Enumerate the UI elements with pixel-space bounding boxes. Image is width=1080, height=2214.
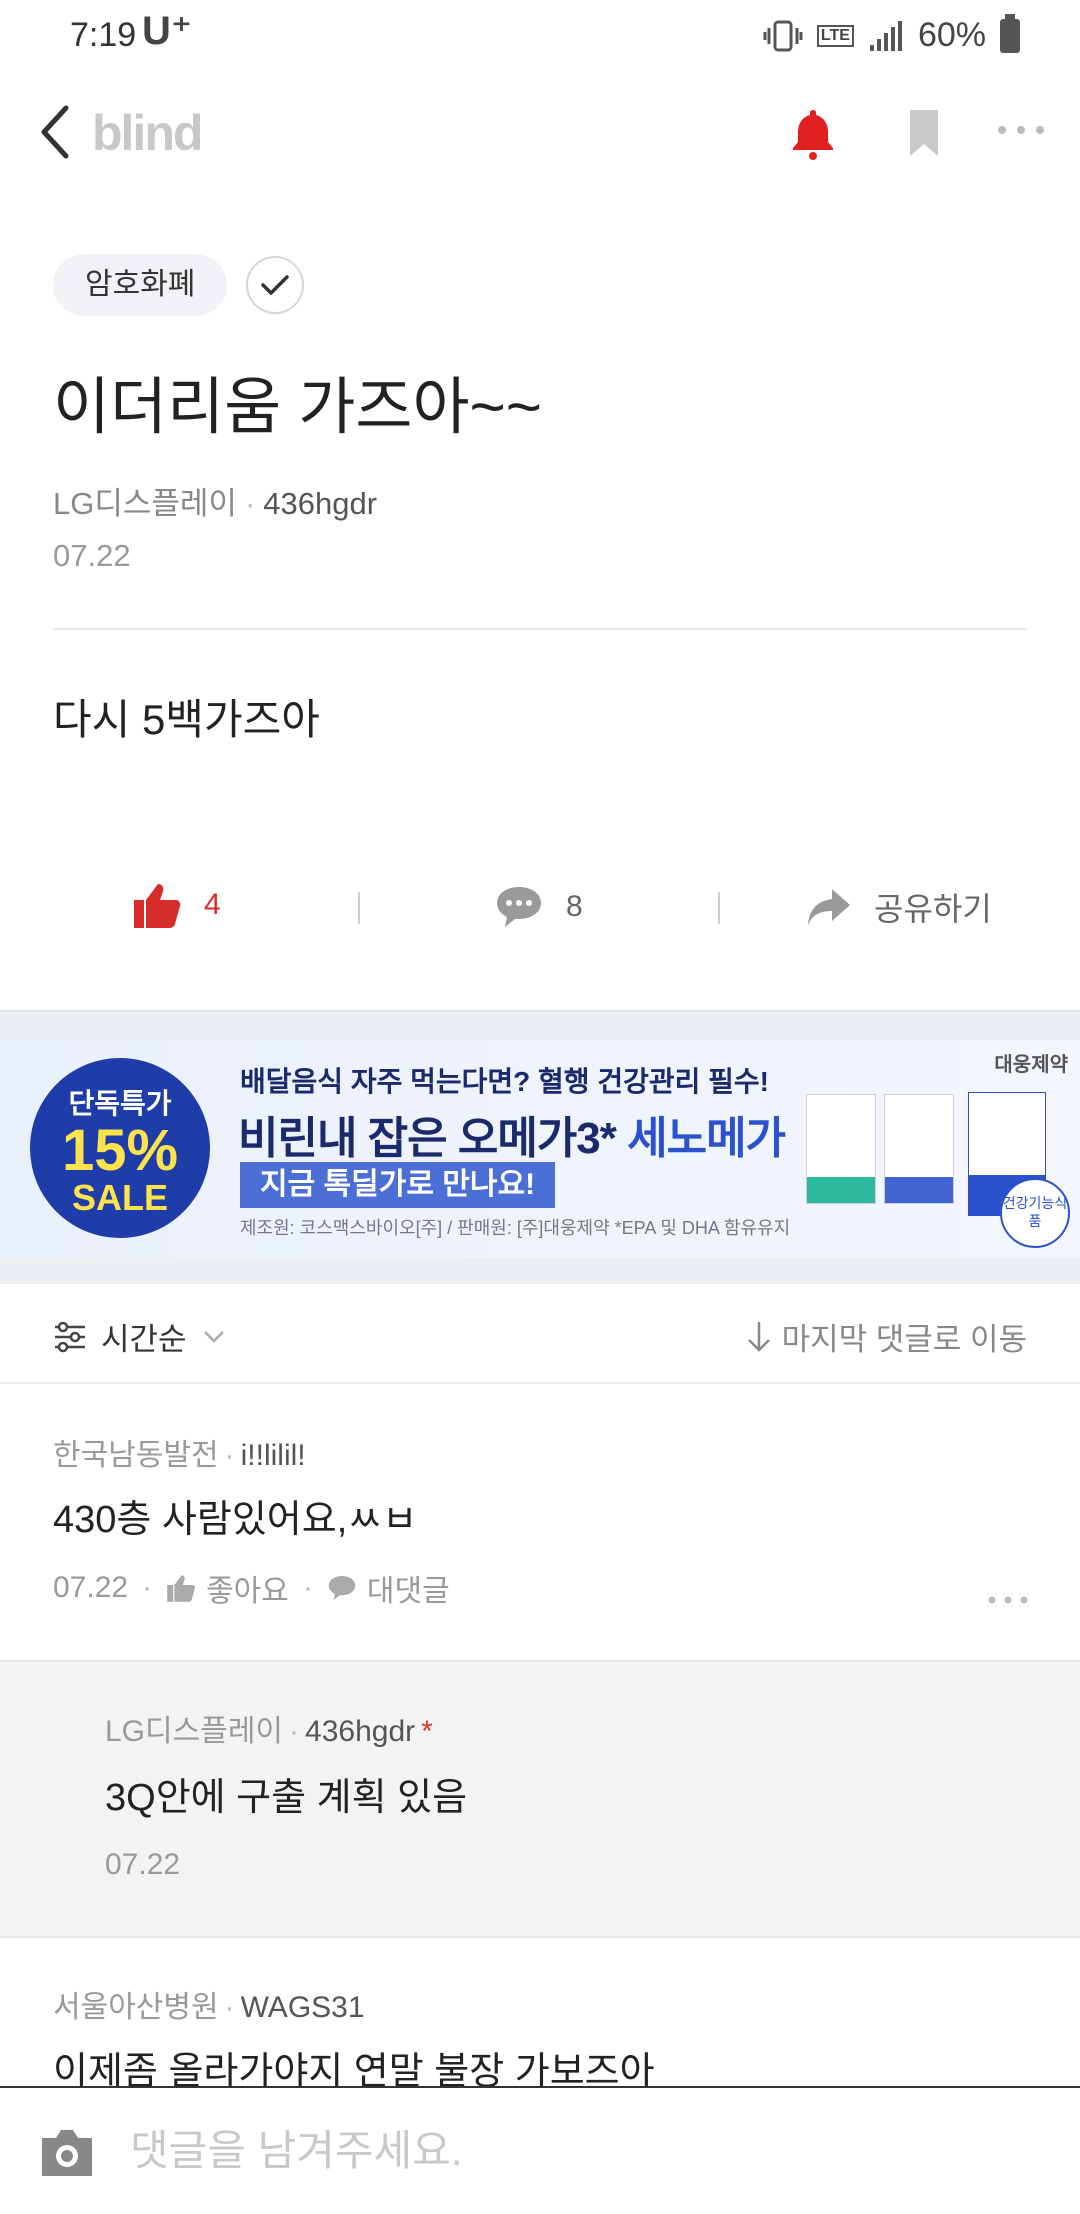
brand-logo: blind (92, 105, 203, 161)
battery-icon (1000, 13, 1020, 53)
reply-footer: 07.22 (105, 1848, 180, 1882)
reply-label: 대댓글 (366, 1575, 450, 1608)
ad-sale-badge: 단독특가 15% SALE (30, 1058, 210, 1238)
bookmark-icon[interactable] (906, 108, 942, 158)
status-carrier: U⁺ (142, 9, 192, 53)
status-bar: 7:19 U⁺ LTE 60% (0, 0, 1080, 74)
ad-badge-line3: SALE (71, 1177, 168, 1218)
comment-item: 한국남동발전 · i!!lilil! 430층 사람있어요,ㅆㅂ 07.22 · 좋… (0, 1384, 1080, 1660)
share-label: 공유하기 (874, 891, 992, 927)
ad-cta[interactable]: 지금 톡딜가로 만나요! (240, 1162, 556, 1208)
share-button[interactable]: 공유하기 (806, 884, 992, 930)
post-date: 07.22 (53, 538, 131, 573)
signal-icon (869, 20, 902, 51)
divider (53, 628, 1027, 630)
health-food-badge: 건강기능식품 (1000, 1178, 1070, 1248)
ad-banner[interactable]: 단독특가 15% SALE 배달음식 자주 먹는다면? 혈행 건강관리 필수! … (0, 1040, 1080, 1258)
ad-headline2-main: 비린내 잡은 오메가3* (238, 1114, 628, 1163)
chevron-down-icon (203, 1330, 224, 1343)
camera-icon[interactable] (38, 2126, 96, 2178)
sort-dropdown[interactable]: 시간순 (53, 1314, 227, 1359)
product-image (884, 1094, 954, 1204)
comment-company[interactable]: 한국남동발전 (53, 1439, 219, 1472)
share-arrow-icon (808, 889, 850, 925)
app-bar: blind (0, 90, 1080, 180)
back-arrow-icon[interactable] (36, 102, 76, 162)
ad-badge-line2: 15% (61, 1118, 179, 1183)
more-icon[interactable] (986, 1592, 1030, 1608)
ad-headline2: 비린내 잡은 오메가3* 세노메가 (238, 1102, 786, 1166)
comment-text: 이제좀 올라가야지 연말 불장 가보즈아 (53, 2051, 655, 2086)
author-company[interactable]: LG디스플레이 (53, 486, 237, 521)
post-author: LG디스플레이 · 436hgdr (53, 486, 378, 521)
ad-headline2-accent: 세노메가 (627, 1114, 786, 1163)
section-separator (0, 1010, 1080, 1040)
product-image (806, 1094, 876, 1204)
ad-brand: 대웅제약 (994, 1054, 1068, 1076)
network-type: LTE (816, 24, 854, 47)
comment-like-button[interactable]: 좋아요 (166, 1566, 289, 1610)
thumbs-up-icon (134, 884, 181, 928)
reply-button[interactable]: 대댓글 (327, 1566, 450, 1610)
more-icon[interactable] (996, 120, 1046, 140)
comment-count: 8 (566, 890, 583, 923)
battery-percent: 60% (917, 16, 986, 54)
reply-company[interactable]: LG디스플레이 (105, 1715, 283, 1748)
comment-input[interactable] (130, 2118, 1030, 2184)
comment-input-bar (0, 2086, 1080, 2214)
section-separator (0, 1258, 1080, 1284)
comment-like-label: 좋아요 (206, 1575, 289, 1608)
reply-item: LG디스플레이 · 436hgdr * 3Q안에 구출 계획 있음 07.22 (0, 1660, 1080, 1938)
comment-button[interactable]: 8 (494, 884, 583, 930)
ad-fine-print: 제조원: 코스맥스바이오[주] / 판매원: [주]대웅제약 *EPA 및 DH… (240, 1218, 791, 1238)
comment-author: 한국남동발전 · i!!lilil! (53, 1439, 306, 1472)
author-nickname: 436hgdr (263, 486, 378, 521)
status-indicators: LTE 60% (763, 13, 1020, 55)
comment-nickname: i!!lilil! (240, 1439, 306, 1472)
filter-sliders-icon (55, 1321, 85, 1352)
vibrate-icon (763, 20, 803, 51)
comment-text: 430층 사람있어요,ㅆㅂ (53, 1499, 418, 1541)
sort-label: 시간순 (101, 1322, 187, 1357)
arrow-down-icon (747, 1321, 770, 1352)
follow-topic-button[interactable] (246, 256, 304, 314)
topic-chip[interactable]: 암호화폐 (53, 254, 228, 316)
like-button[interactable]: 4 (132, 880, 221, 930)
comment-bubble-icon (497, 887, 541, 927)
sort-bar: 시간순 마지막 댓글로 이동 (0, 1284, 1080, 1384)
divider (358, 892, 360, 924)
like-count: 4 (204, 888, 221, 921)
status-time: 7:19 (70, 16, 137, 54)
author-marker: * (421, 1715, 433, 1748)
reply-author: LG디스플레이 · 436hgdr * (105, 1715, 433, 1748)
thumbs-up-icon (167, 1575, 196, 1602)
ad-badge-line1: 단독특가 (68, 1088, 172, 1119)
check-icon (261, 275, 289, 295)
reply-bubble-icon (328, 1576, 356, 1600)
bell-icon[interactable] (786, 106, 840, 160)
post-title: 이더리움 가즈아~~ (53, 373, 542, 442)
reply-text: 3Q안에 구출 계획 있음 (105, 1777, 468, 1819)
post-body: 다시 5백가즈아 (53, 696, 320, 743)
comment-item: 서울아산병원 · WAGS31 이제좀 올라가야지 연말 불장 가보즈아 (0, 1940, 1080, 2086)
comment-footer: 07.22 · 좋아요 · 대댓글 (53, 1566, 450, 1610)
reply-nickname: 436hgdr (305, 1715, 416, 1748)
reply-date: 07.22 (105, 1848, 181, 1881)
jump-label: 마지막 댓글로 이동 (781, 1322, 1027, 1357)
ad-headline1: 배달음식 자주 먹는다면? 혈행 건강관리 필수! (240, 1066, 770, 1097)
post-actions: 4 8 공유하기 (0, 874, 1080, 944)
jump-to-last-comment[interactable]: 마지막 댓글로 이동 (746, 1314, 1027, 1359)
comment-company[interactable]: 서울아산병원 (53, 1991, 219, 2024)
comment-author: 서울아산병원 · WAGS31 (53, 1991, 365, 2024)
comment-date: 07.22 (53, 1571, 129, 1604)
divider (718, 892, 720, 924)
comment-nickname: WAGS31 (240, 1991, 365, 2024)
